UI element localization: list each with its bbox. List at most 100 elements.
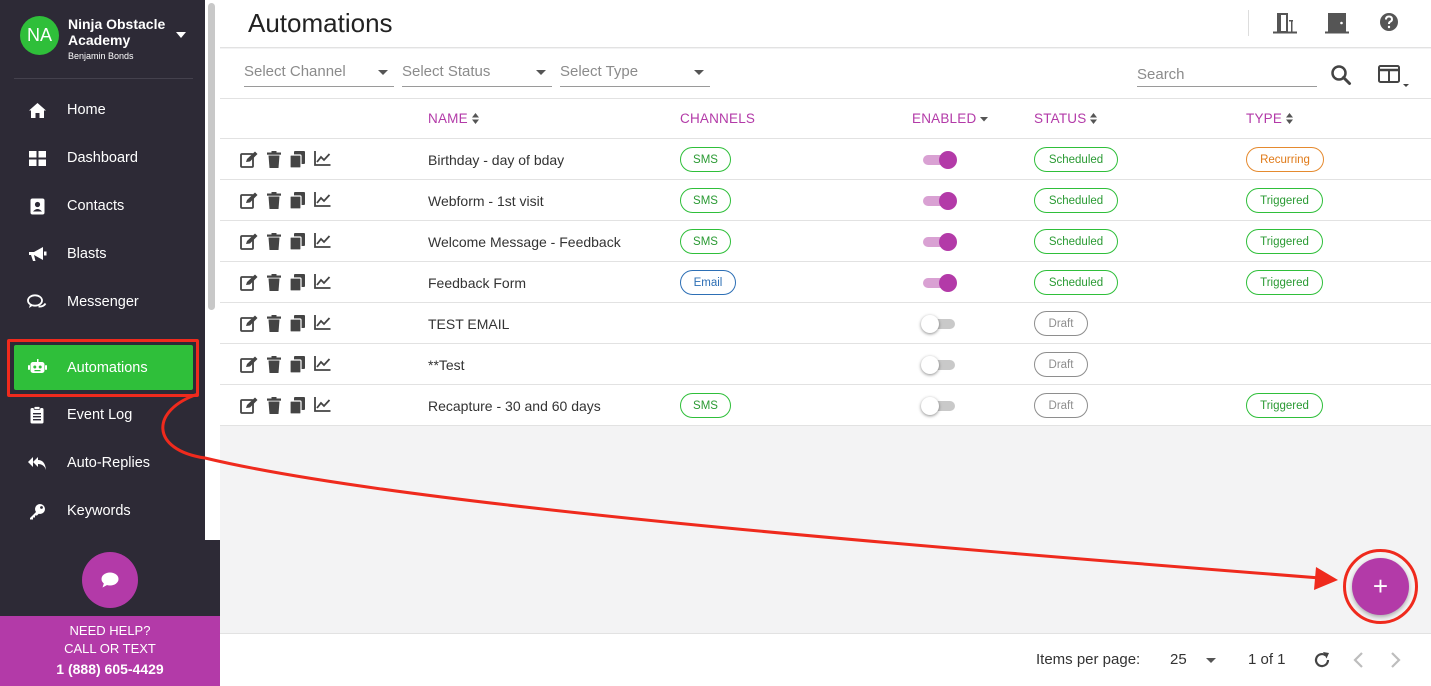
automation-name[interactable]: TEST EMAIL [428, 316, 509, 332]
line-chart-icon[interactable] [314, 233, 331, 250]
column-header-label: CHANNELS [680, 111, 756, 126]
trash-icon[interactable] [267, 274, 281, 291]
header-divider [1248, 10, 1249, 36]
search-input[interactable] [1137, 63, 1317, 87]
chevron-left-icon[interactable] [1352, 651, 1366, 674]
type-badge: Triggered [1246, 229, 1323, 254]
enabled-toggle[interactable] [921, 233, 957, 251]
automation-name[interactable]: Webform - 1st visit [428, 193, 544, 209]
enabled-toggle[interactable] [921, 151, 957, 169]
sidebar-item-home[interactable]: Home [14, 88, 193, 132]
sidebar-item-keywords[interactable]: Keywords [14, 489, 193, 533]
line-chart-icon[interactable] [314, 315, 331, 332]
copy-icon[interactable] [290, 315, 305, 332]
enabled-toggle[interactable] [921, 356, 957, 374]
edit-icon[interactable] [240, 274, 258, 291]
row-actions [240, 397, 331, 414]
enabled-toggle[interactable] [921, 397, 957, 415]
copy-icon[interactable] [290, 397, 305, 414]
help-circle-icon[interactable] [1379, 12, 1403, 36]
trash-icon[interactable] [267, 397, 281, 414]
sidebar-scrollbar[interactable] [208, 3, 215, 310]
trash-icon[interactable] [267, 151, 281, 168]
sidebar-item-label: Dashboard [67, 150, 138, 166]
column-header-type[interactable]: TYPE [1246, 111, 1294, 126]
line-chart-icon[interactable] [314, 192, 331, 209]
column-header-status[interactable]: STATUS [1034, 111, 1098, 126]
search-icon[interactable] [1330, 64, 1352, 91]
sidebar-item-contacts[interactable]: Contacts [14, 184, 193, 228]
column-header-name[interactable]: NAME [428, 111, 479, 126]
table-row: **Test Draft [220, 344, 1431, 385]
automation-name[interactable]: Recapture - 30 and 60 days [428, 398, 601, 414]
reply-all-icon [27, 453, 47, 473]
sidebar-item-auto-replies[interactable]: Auto-Replies [14, 441, 193, 485]
column-header-channels: CHANNELS [680, 111, 755, 126]
sidebar-item-label: Home [67, 102, 106, 118]
clipboard-list-icon [27, 405, 47, 425]
type-select[interactable]: Select Type [560, 63, 710, 87]
caret-down-icon [1206, 658, 1216, 663]
enabled-toggle[interactable] [921, 274, 957, 292]
edit-icon[interactable] [240, 356, 258, 373]
row-actions [240, 192, 331, 209]
enabled-toggle[interactable] [921, 315, 957, 333]
line-chart-icon[interactable] [314, 397, 331, 414]
items-per-page-select[interactable]: 25 [1170, 651, 1220, 671]
trash-icon[interactable] [267, 192, 281, 209]
chevron-right-icon[interactable] [1388, 651, 1402, 674]
trash-icon[interactable] [267, 233, 281, 250]
sort-desc-icon [980, 116, 989, 121]
copy-icon[interactable] [290, 151, 305, 168]
edit-icon[interactable] [240, 192, 258, 209]
copy-icon[interactable] [290, 192, 305, 209]
main-content: Automations Select Channel Select Status… [220, 0, 1431, 686]
type-badge: Triggered [1246, 270, 1323, 295]
line-chart-icon[interactable] [314, 151, 331, 168]
help-phone[interactable]: 1 (888) 605-4429 [0, 658, 220, 680]
column-layout-icon[interactable] [1378, 64, 1412, 93]
channel-badge: SMS [680, 147, 731, 172]
refresh-icon[interactable] [1312, 650, 1332, 675]
chat-support-button[interactable] [82, 552, 138, 608]
copy-icon[interactable] [290, 233, 305, 250]
status-badge: Scheduled [1034, 229, 1118, 254]
exit-door-icon[interactable] [1272, 12, 1297, 36]
edit-icon[interactable] [240, 151, 258, 168]
add-automation-button[interactable]: + [1352, 558, 1409, 615]
row-actions [240, 274, 331, 291]
channel-select[interactable]: Select Channel [244, 63, 394, 87]
enabled-toggle[interactable] [921, 192, 957, 210]
line-chart-icon[interactable] [314, 274, 331, 291]
automation-name[interactable]: Welcome Message - Feedback [428, 234, 621, 250]
sidebar-item-messenger[interactable]: Messenger [14, 280, 193, 324]
edit-icon[interactable] [240, 315, 258, 332]
column-header-enabled[interactable]: ENABLED [912, 111, 989, 126]
edit-icon[interactable] [240, 397, 258, 414]
status-select[interactable]: Select Status [402, 63, 552, 87]
automations-table: NAME CHANNELS ENABLED STATUS TYPE Birthd… [220, 99, 1431, 426]
copy-icon[interactable] [290, 356, 305, 373]
org-switcher[interactable]: NA Ninja Obstacle Academy Benjamin Bonds [20, 16, 200, 66]
sidebar-item-blasts[interactable]: Blasts [14, 232, 193, 276]
sidebar-item-dashboard[interactable]: Dashboard [14, 136, 193, 180]
status-select-value: Select Status [402, 63, 491, 80]
caret-down-icon[interactable] [176, 32, 186, 38]
edit-icon[interactable] [240, 233, 258, 250]
automation-name[interactable]: **Test [428, 357, 465, 373]
line-chart-icon[interactable] [314, 356, 331, 373]
toggle-knob [921, 397, 939, 415]
sidebar-item-event-log[interactable]: Event Log [14, 393, 193, 437]
automation-name[interactable]: Birthday - day of bday [428, 152, 564, 168]
trash-icon[interactable] [267, 356, 281, 373]
filter-bar: Select Channel Select Status Select Type [220, 49, 1431, 99]
sidebar-item-label: Event Log [67, 407, 133, 423]
trash-icon[interactable] [267, 315, 281, 332]
sort-icon [1286, 113, 1294, 124]
type-badge: Triggered [1246, 188, 1323, 213]
table-row: Birthday - day of bday SMS Scheduled Recurr… [220, 139, 1431, 180]
copy-icon[interactable] [290, 274, 305, 291]
automation-name[interactable]: Feedback Form [428, 275, 526, 291]
table-header: NAME CHANNELS ENABLED STATUS TYPE [220, 99, 1431, 139]
door-closed-icon[interactable] [1324, 12, 1349, 36]
